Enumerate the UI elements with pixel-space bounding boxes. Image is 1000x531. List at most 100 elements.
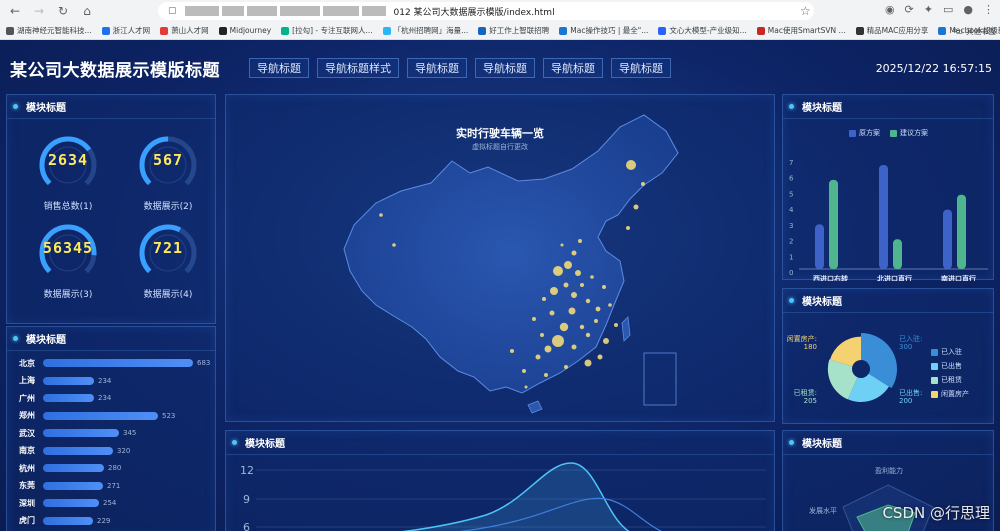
back-icon[interactable]: ← xyxy=(6,2,24,20)
nav-item[interactable]: 导航标题 xyxy=(249,58,309,78)
bar[interactable] xyxy=(815,224,824,269)
bookmark-item[interactable]: 文心大模型-产业级知... xyxy=(658,25,747,36)
map-dot[interactable] xyxy=(549,310,555,316)
reload-icon[interactable]: ↻ xyxy=(54,2,72,20)
map-dot[interactable] xyxy=(584,359,592,367)
panel-header: 模块标题 xyxy=(783,289,993,313)
ranking-row: 南京 320 xyxy=(19,445,130,457)
map-dot[interactable] xyxy=(532,317,536,321)
address-bar[interactable]: ▢ 012 某公司大数据展示模版/index.html xyxy=(158,2,814,20)
panel-title: 模块标题 xyxy=(802,297,842,308)
forward-icon[interactable]: → xyxy=(30,2,48,20)
puzzle-icon[interactable]: ✦ xyxy=(924,3,933,16)
ranking-row: 虎门 229 xyxy=(19,515,110,527)
map-dot[interactable] xyxy=(560,243,564,247)
map-dot[interactable] xyxy=(522,369,526,373)
bar[interactable] xyxy=(957,194,966,269)
map-dot[interactable] xyxy=(564,261,572,269)
map-dot[interactable] xyxy=(585,298,591,304)
bar[interactable] xyxy=(943,209,952,269)
china-map[interactable] xyxy=(226,95,776,423)
map-dot[interactable] xyxy=(579,324,585,330)
y-tick: 12 xyxy=(240,464,254,477)
map-dot[interactable] xyxy=(575,270,581,276)
map-dot[interactable] xyxy=(597,354,603,360)
map-dot[interactable] xyxy=(608,303,612,307)
map-dot[interactable] xyxy=(544,345,552,353)
map-dot[interactable] xyxy=(578,239,582,243)
map-dot[interactable] xyxy=(544,373,548,377)
sync-icon[interactable]: ⟳ xyxy=(905,3,914,16)
map-dot[interactable] xyxy=(553,266,563,276)
gauge-value: 56345 xyxy=(42,239,94,257)
map-dot[interactable] xyxy=(540,333,544,337)
rank-value: 320 xyxy=(117,446,131,455)
map-dot[interactable] xyxy=(550,287,558,295)
bar[interactable] xyxy=(893,239,902,269)
bookmark-item[interactable]: 浙江人才网 xyxy=(101,25,150,36)
bookmark-item[interactable]: 精品MAC应用分享 xyxy=(855,25,928,36)
bookmark-item[interactable]: Mac使用SmartSVN ... xyxy=(756,25,846,36)
map-dot[interactable] xyxy=(633,204,639,210)
bookmark-item[interactable]: [拉勾] - 专注互联网人... xyxy=(281,25,373,36)
bullet-icon xyxy=(789,298,794,303)
bookmark-item[interactable]: Mac操作技巧 | 最全"... xyxy=(559,25,648,36)
map-dot[interactable] xyxy=(559,322,569,332)
extension-icon[interactable]: ◉ xyxy=(885,3,895,16)
map-dot[interactable] xyxy=(614,323,618,327)
map-dot[interactable] xyxy=(585,332,591,338)
bookmark-label: 文心大模型-产业级知... xyxy=(669,26,747,35)
map-panel: 实时行驶车辆一览 虚拟标题自行更改 xyxy=(225,94,775,422)
panel-title: 模块标题 xyxy=(802,439,842,450)
bookmark-item[interactable]: Midjourney xyxy=(218,26,271,35)
map-dot[interactable] xyxy=(542,297,546,301)
map-dot[interactable] xyxy=(590,275,594,279)
map-dot[interactable] xyxy=(564,365,568,369)
nav-item[interactable]: 导航标题 xyxy=(407,58,467,78)
bookmark-item[interactable]: 好工作上智联招聘 xyxy=(478,25,549,36)
map-dot[interactable] xyxy=(535,354,541,360)
bookmark-favicon-icon xyxy=(938,26,947,35)
nav-item[interactable]: 导航标题 xyxy=(611,58,671,78)
map-dot[interactable] xyxy=(641,182,645,186)
rank-bar xyxy=(43,446,113,455)
map-dot[interactable] xyxy=(626,160,636,170)
bookmark-item[interactable]: 「杭州招聘网」海量... xyxy=(382,25,468,36)
home-icon[interactable]: ⌂ xyxy=(78,2,96,20)
map-dot[interactable] xyxy=(571,292,577,298)
map-dot[interactable] xyxy=(580,283,584,287)
menu-icon[interactable]: ⋮ xyxy=(983,3,994,16)
map-dot[interactable] xyxy=(563,282,569,288)
map-dot[interactable] xyxy=(552,335,564,347)
ranking-row: 深圳 254 xyxy=(19,497,116,509)
map-dot[interactable] xyxy=(603,338,609,344)
page-info-icon[interactable]: ▢ xyxy=(168,6,177,16)
map-dot[interactable] xyxy=(571,250,577,256)
other-bookmarks[interactable]: ▭ 其他书签 xyxy=(956,22,996,39)
nav-item[interactable]: 导航标题样式 xyxy=(317,58,399,78)
map-dot[interactable] xyxy=(379,213,383,217)
map-dot[interactable] xyxy=(595,306,601,312)
bookmark-item[interactable]: 湖南神经元智能科技... xyxy=(6,25,92,36)
map-dot[interactable] xyxy=(571,344,577,350)
nav-item[interactable]: 导航标题 xyxy=(543,58,603,78)
bar[interactable] xyxy=(829,179,838,269)
pie-panel: 模块标题 已入驻: 300 已出售: 200 已租赁: 205 闲置房产: 180 已入驻 已出… xyxy=(782,288,994,424)
map-dot[interactable] xyxy=(594,319,598,323)
profile-icon[interactable]: ● xyxy=(963,3,973,16)
map-dot[interactable] xyxy=(524,385,528,389)
nav-item[interactable]: 导航标题 xyxy=(475,58,535,78)
map-dot[interactable] xyxy=(392,243,396,247)
bookmark-item[interactable]: 萧山人才网 xyxy=(160,25,209,36)
map-dot[interactable] xyxy=(510,349,514,353)
map-dot[interactable] xyxy=(626,226,630,230)
dashboard: 某公司大数据展示模版标题 导航标题 导航标题样式 导航标题 导航标题 导航标题 导航标题 … xyxy=(0,40,1000,531)
map-dot[interactable] xyxy=(568,307,576,315)
bookmark-star-icon[interactable]: ☆ xyxy=(800,4,811,18)
gauge: 567 数据展示(2) xyxy=(133,133,203,212)
datetime: 2025/12/22 16:57:15 xyxy=(875,62,992,75)
bar[interactable] xyxy=(879,165,888,269)
sidebar-icon[interactable]: ▭ xyxy=(943,3,953,16)
map-dot[interactable] xyxy=(602,285,606,289)
bookmark-favicon-icon xyxy=(218,26,227,35)
